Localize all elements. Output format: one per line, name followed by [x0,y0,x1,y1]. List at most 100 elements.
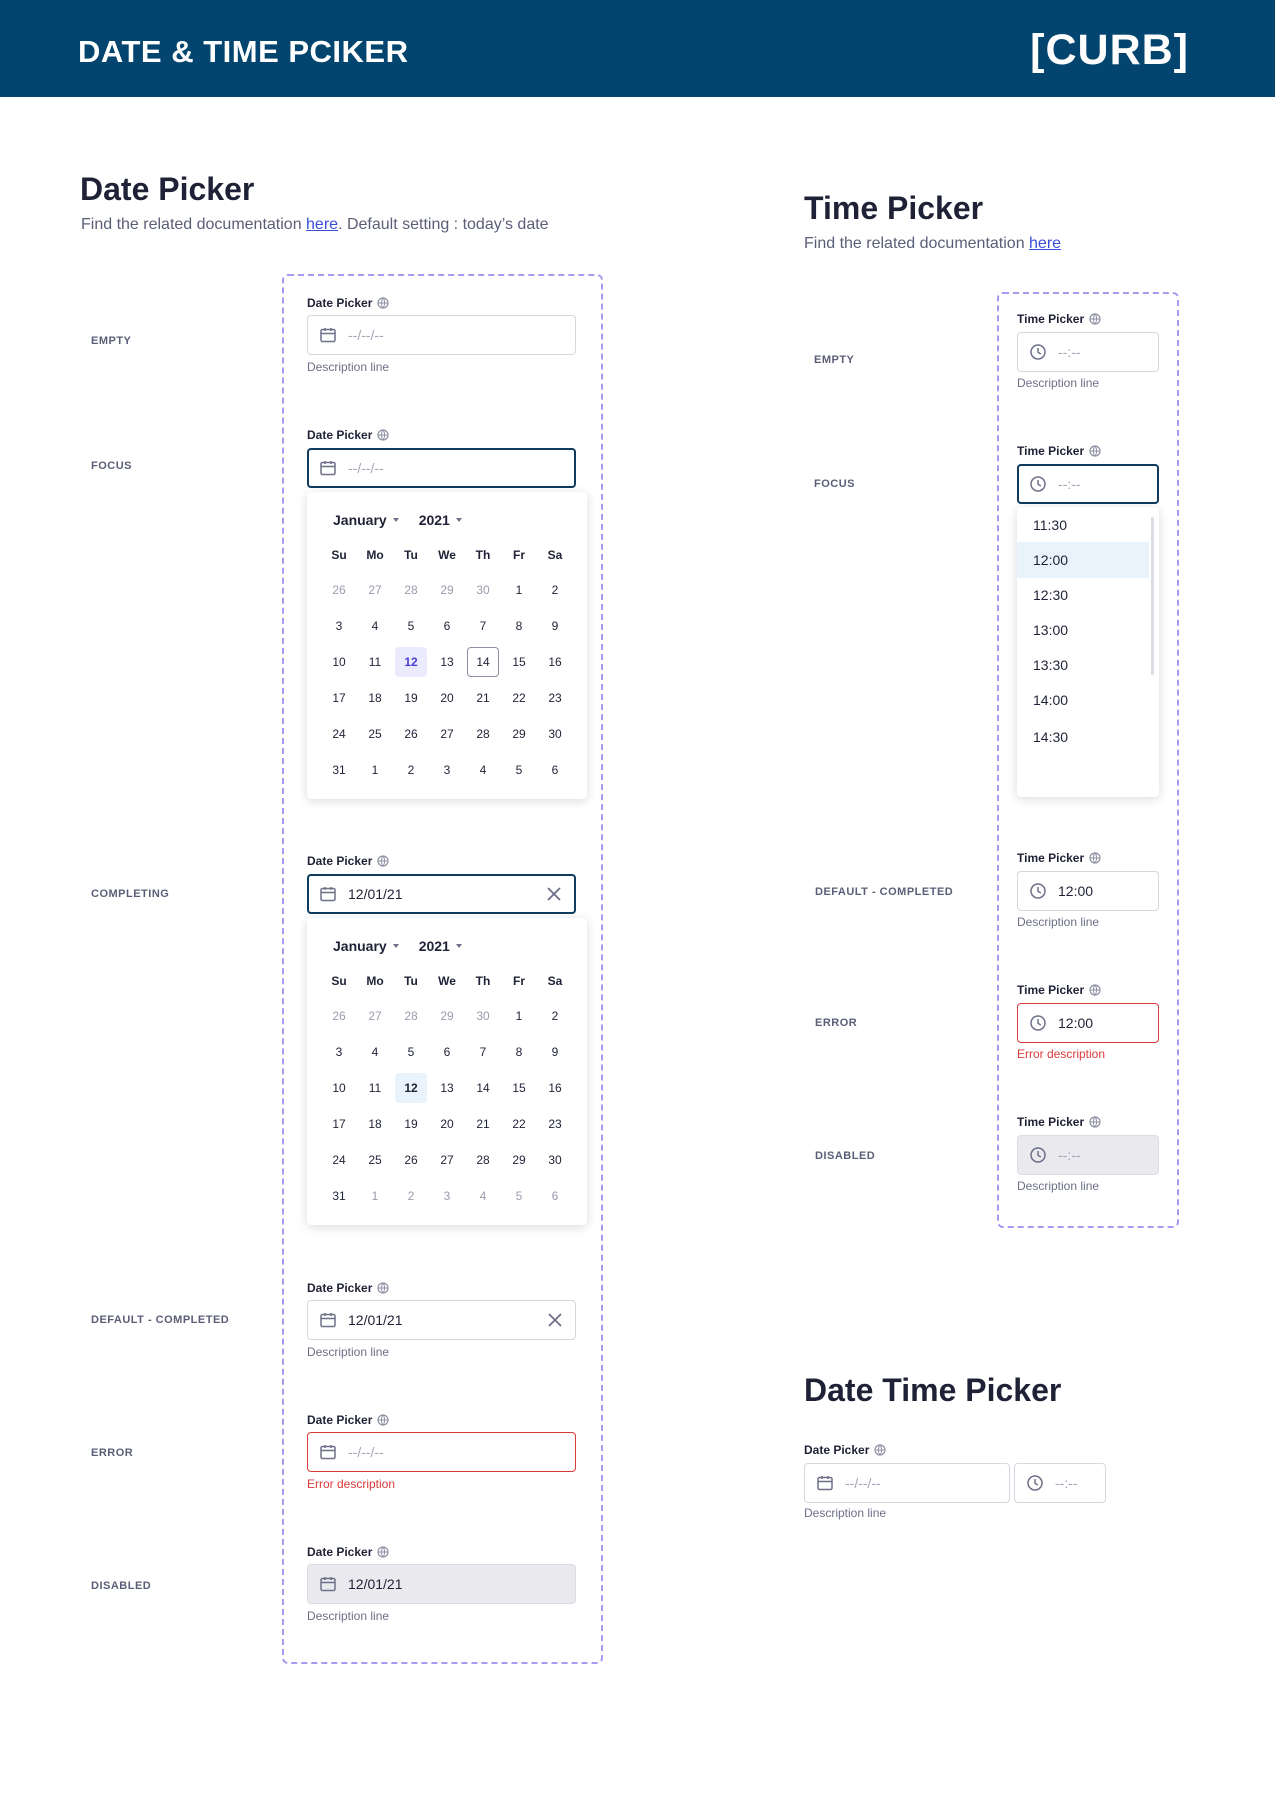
calendar-day[interactable]: 4 [467,1181,499,1211]
calendar-day[interactable]: 9 [539,1037,571,1067]
calendar-day[interactable]: 22 [503,683,535,713]
calendar-day[interactable]: 27 [359,575,391,605]
calendar-day[interactable]: 31 [323,1181,355,1211]
calendar-day[interactable]: 24 [323,719,355,749]
calendar-day[interactable]: 26 [323,575,355,605]
time-input-completed[interactable]: 12:00 [1017,871,1159,911]
calendar-day[interactable]: 20 [431,1109,463,1139]
calendar-day[interactable]: 5 [395,611,427,641]
calendar-day[interactable]: 10 [323,647,355,677]
calendar-day[interactable]: 28 [395,575,427,605]
calendar-day[interactable]: 20 [431,683,463,713]
calendar-day[interactable]: 6 [539,755,571,785]
calendar-day[interactable]: 10 [323,1073,355,1103]
calendar-day[interactable]: 25 [359,1145,391,1175]
calendar-day[interactable]: 3 [431,1181,463,1211]
calendar-day[interactable]: 19 [395,683,427,713]
date-input-completed[interactable]: 12/01/21 [307,1300,576,1340]
calendar-day[interactable]: 30 [467,1001,499,1031]
calendar-day[interactable]: 6 [431,1037,463,1067]
calendar-day[interactable]: 2 [395,1181,427,1211]
calendar-day[interactable]: 4 [359,1037,391,1067]
calendar-day[interactable]: 9 [539,611,571,641]
calendar-day[interactable]: 15 [503,1073,535,1103]
time-input-error[interactable]: 12:00 [1017,1003,1159,1043]
calendar-day[interactable]: 5 [395,1037,427,1067]
time-option[interactable]: 13:30 [1017,647,1149,683]
calendar-day[interactable]: 2 [539,575,571,605]
scrollbar[interactable] [1151,517,1154,675]
calendar-day[interactable]: 4 [359,611,391,641]
close-icon[interactable] [546,886,562,902]
calendar-day[interactable]: 30 [467,575,499,605]
calendar-day[interactable]: 21 [467,1109,499,1139]
calendar-day[interactable]: 17 [323,683,355,713]
date-input-focus[interactable]: --/--/-- [307,448,576,488]
time-doc-link[interactable]: here [1029,235,1061,252]
calendar-day[interactable]: 1 [503,1001,535,1031]
calendar-day[interactable]: 3 [323,1037,355,1067]
calendar-day[interactable]: 2 [539,1001,571,1031]
calendar-day[interactable]: 16 [539,647,571,677]
calendar-day[interactable]: 13 [431,647,463,677]
month-select[interactable]: January [333,512,399,528]
year-select[interactable]: 2021 [419,512,462,528]
time-option[interactable]: 14:00 [1017,682,1149,718]
calendar-day[interactable]: 29 [503,1145,535,1175]
calendar-day[interactable]: 5 [503,755,535,785]
calendar-day[interactable]: 11 [359,647,391,677]
calendar-day[interactable]: 7 [467,611,499,641]
calendar-day[interactable]: 21 [467,683,499,713]
calendar-day[interactable]: 15 [503,647,535,677]
calendar-day[interactable]: 1 [359,755,391,785]
calendar-day[interactable]: 3 [431,755,463,785]
calendar-day[interactable]: 1 [503,575,535,605]
calendar-day[interactable]: 4 [467,755,499,785]
datetime-time-input[interactable]: --:-- [1014,1463,1106,1503]
calendar-day[interactable]: 26 [323,1001,355,1031]
time-input-focus[interactable]: --:-- [1017,464,1159,504]
calendar-day[interactable]: 6 [539,1181,571,1211]
calendar-day[interactable]: 27 [431,719,463,749]
year-select[interactable]: 2021 [419,938,462,954]
calendar-day[interactable]: 11 [359,1073,391,1103]
calendar-day[interactable]: 18 [359,683,391,713]
date-input-completing[interactable]: 12/01/21 [307,874,576,914]
close-icon[interactable] [547,1312,563,1328]
time-option[interactable]: 12:00 [1017,542,1149,578]
calendar-day[interactable]: 12 [395,647,427,677]
time-option[interactable]: 14:30 [1017,719,1149,755]
calendar-day[interactable]: 16 [539,1073,571,1103]
calendar-day[interactable]: 13 [431,1073,463,1103]
time-option[interactable]: 13:00 [1017,612,1149,648]
calendar-day[interactable]: 7 [467,1037,499,1067]
time-option[interactable]: 11:30 [1017,507,1149,543]
calendar-day[interactable]: 24 [323,1145,355,1175]
calendar-day[interactable]: 1 [359,1181,391,1211]
calendar-day[interactable]: 25 [359,719,391,749]
calendar-day[interactable]: 2 [395,755,427,785]
calendar-day[interactable]: 28 [467,719,499,749]
calendar-day[interactable]: 29 [431,1001,463,1031]
calendar-day[interactable]: 27 [359,1001,391,1031]
calendar-day[interactable]: 12 [395,1073,427,1103]
calendar-day[interactable]: 26 [395,1145,427,1175]
calendar-day[interactable]: 27 [431,1145,463,1175]
calendar-day[interactable]: 19 [395,1109,427,1139]
month-select[interactable]: January [333,938,399,954]
calendar-day[interactable]: 28 [395,1001,427,1031]
calendar-day[interactable]: 3 [323,611,355,641]
calendar-day[interactable]: 26 [395,719,427,749]
calendar-day[interactable]: 30 [539,719,571,749]
calendar-day[interactable]: 14 [467,647,499,677]
calendar-day[interactable]: 29 [431,575,463,605]
calendar-day[interactable]: 31 [323,755,355,785]
calendar-day[interactable]: 23 [539,683,571,713]
calendar-day[interactable]: 23 [539,1109,571,1139]
date-doc-link[interactable]: here [306,216,338,233]
calendar-day[interactable]: 6 [431,611,463,641]
calendar-day[interactable]: 17 [323,1109,355,1139]
calendar-day[interactable]: 8 [503,611,535,641]
calendar-day[interactable]: 22 [503,1109,535,1139]
time-option[interactable]: 12:30 [1017,577,1149,613]
